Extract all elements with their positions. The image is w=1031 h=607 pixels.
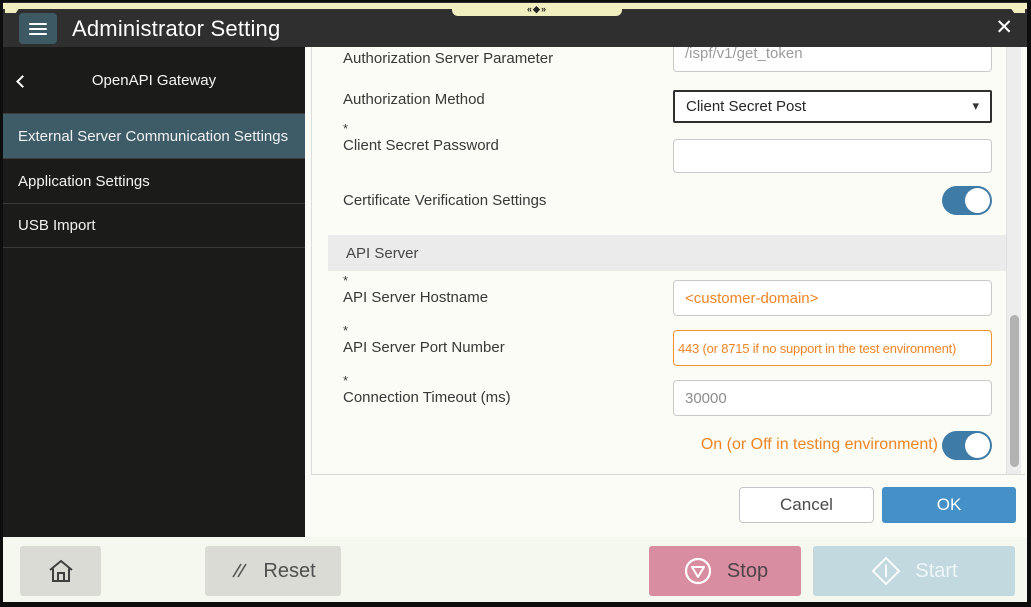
auth-server-parameter-label: Authorization Server Parameter	[343, 50, 553, 67]
sidebar-item-usb-import[interactable]: USB Import	[3, 203, 305, 248]
required-asterisk: *	[343, 275, 488, 286]
chevron-down-icon: ▾	[972, 98, 979, 114]
bottom-bar: Reset Stop Start	[3, 537, 1027, 602]
client-secret-password-input[interactable]	[673, 139, 992, 173]
pull-handle-icon: «◆»	[527, 4, 547, 15]
sidebar-header: OpenAPI Gateway	[3, 47, 305, 113]
reset-label: Reset	[263, 560, 315, 583]
stop-icon	[682, 555, 714, 587]
authorization-method-value: Client Secret Post	[686, 98, 806, 115]
api-server-hostname-input[interactable]	[673, 280, 992, 316]
cert-verification-api-toggle[interactable]	[942, 431, 992, 460]
start-label: Start	[915, 560, 957, 583]
stop-button[interactable]: Stop	[649, 546, 801, 596]
required-asterisk: *	[343, 325, 505, 336]
page-title: Administrator Setting	[72, 16, 280, 42]
reset-icon	[230, 561, 250, 581]
cert-verification-api-note: On (or Off in testing environment)	[701, 436, 938, 454]
hamburger-icon	[29, 23, 47, 25]
cert-verification-auth-label: Certificate Verification Settings	[343, 192, 546, 209]
sidebar-title: OpenAPI Gateway	[3, 72, 305, 89]
footer-divider	[311, 474, 1025, 475]
api-server-hostname-label: * API Server Hostname	[343, 275, 488, 306]
device-screen: Administrator Setting ✕ «◆» OpenAPI Gate…	[0, 0, 1031, 607]
chevron-left-icon	[16, 75, 29, 88]
close-icon: ✕	[995, 15, 1013, 39]
settings-scroll-area: Authorization Server Parameter Authoriza…	[312, 47, 1006, 474]
required-asterisk: *	[343, 375, 511, 386]
authorization-method-select[interactable]: Client Secret Post ▾	[673, 90, 992, 123]
scrollbar-track[interactable]	[1006, 47, 1021, 474]
required-asterisk: *	[343, 123, 499, 134]
ok-button[interactable]: OK	[882, 487, 1016, 523]
stop-label: Stop	[727, 560, 768, 583]
connection-timeout-input[interactable]	[673, 380, 992, 416]
home-icon	[47, 558, 75, 584]
api-server-port-input[interactable]	[673, 330, 992, 366]
auth-server-parameter-input[interactable]	[673, 47, 992, 72]
start-icon	[870, 555, 902, 587]
start-button[interactable]: Start	[813, 546, 1015, 596]
sidebar-item-external-server-communication-settings[interactable]: External Server Communication Settings	[3, 113, 305, 158]
connection-timeout-label: * Connection Timeout (ms)	[343, 375, 511, 406]
authorization-method-label: Authorization Method	[343, 91, 485, 108]
sidebar-item-application-settings[interactable]: Application Settings	[3, 158, 305, 203]
client-secret-password-label: * Client Secret Password	[343, 123, 499, 154]
home-button[interactable]	[20, 546, 101, 596]
back-button[interactable]	[13, 71, 35, 91]
close-button[interactable]: ✕	[995, 17, 1013, 38]
api-server-port-label: * API Server Port Number	[343, 325, 505, 356]
menu-button[interactable]	[19, 13, 57, 44]
status-pull-handle[interactable]: «◆»	[452, 3, 622, 16]
cert-verification-auth-toggle[interactable]	[942, 186, 992, 215]
sidebar: OpenAPI Gateway External Server Communic…	[3, 47, 305, 537]
cancel-button[interactable]: Cancel	[739, 487, 874, 523]
api-server-section-header: API Server	[328, 235, 1006, 271]
admin-setting-window: Administrator Setting ✕ «◆» OpenAPI Gate…	[3, 2, 1027, 602]
reset-button[interactable]: Reset	[205, 546, 341, 596]
sidebar-nav: External Server Communication Settings A…	[3, 113, 305, 248]
scrollbar-thumb[interactable]	[1010, 315, 1019, 467]
